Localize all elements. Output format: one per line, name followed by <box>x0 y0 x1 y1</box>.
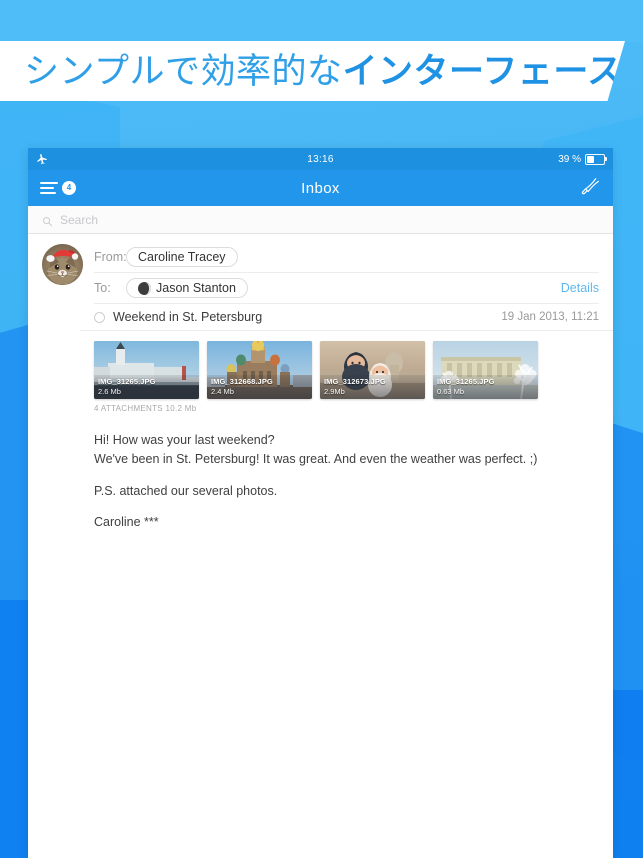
attachment-thumbnail[interactable]: IMG_312668.JPG 2.4 Mb <box>207 341 312 399</box>
quill-pen-icon <box>579 176 599 201</box>
to-contact-chip[interactable]: Jason Stanton <box>126 278 248 298</box>
unread-count-badge: 4 <box>62 181 76 195</box>
search-icon <box>42 214 53 227</box>
attachment-thumbnail[interactable]: IMG_31265.JPG 0.63 Mb <box>433 341 538 399</box>
menu-button[interactable]: 4 <box>40 181 76 195</box>
attachment-list: IMG_31265.JPG 2.6 Mb IMG_312668.JPG 2.4 … <box>28 331 613 399</box>
navigation-bar: 4 Inbox <box>28 170 613 206</box>
message-date: 19 Jan 2013, 11:21 <box>501 311 599 323</box>
body-paragraph-3: Caroline *** <box>94 515 159 530</box>
page-title: Inbox <box>301 179 340 197</box>
search-input[interactable]: Search <box>60 213 98 227</box>
attachment-name: IMG_31265.JPG <box>98 377 156 387</box>
sender-avatar[interactable] <box>42 244 83 285</box>
attachment-thumbnail[interactable]: IMG_312673.JPG 2.9Mb <box>320 341 425 399</box>
page-root: シンプルで効率的な インターフェース 13:16 39 % 4 Inbox Se… <box>0 0 643 858</box>
from-row: From: Caroline Tracey <box>94 242 599 273</box>
details-link[interactable]: Details <box>561 281 599 295</box>
subject-row: Weekend in St. Petersburg 19 Jan 2013, 1… <box>80 304 613 331</box>
headline-ribbon: シンプルで効率的な インターフェース <box>0 41 625 101</box>
attachment-name: IMG_312673.JPG <box>324 377 386 387</box>
to-contact-name: Jason Stanton <box>156 281 236 295</box>
from-contact-name: Caroline Tracey <box>138 250 226 264</box>
to-row: To: Jason Stanton Details <box>94 273 599 304</box>
attachment-size: 0.63 Mb <box>437 386 465 396</box>
headline-text-light: シンプルで効率的な <box>24 51 343 91</box>
from-label: From: <box>94 250 127 264</box>
battery-icon <box>585 153 607 165</box>
message-subject: Weekend in St. Petersburg <box>113 310 263 324</box>
body-line-2: We've been in St. Petersburg! It was gre… <box>94 451 538 466</box>
attachment-name: IMG_312668.JPG <box>211 377 273 387</box>
status-bar-time: 13:16 <box>307 153 334 165</box>
attachment-thumbnail[interactable]: IMG_31265.JPG 2.6 Mb <box>94 341 199 399</box>
headline-text-bold: インターフェース <box>342 51 623 91</box>
status-bar: 13:16 39 % <box>28 148 613 170</box>
from-contact-chip[interactable]: Caroline Tracey <box>126 247 238 267</box>
attachment-size: 2.6 Mb <box>98 386 121 396</box>
body-paragraph-2: P.S. attached our several photos. <box>94 483 278 498</box>
hamburger-menu-icon <box>40 182 58 194</box>
body-line-1: Hi! How was your last weekend? <box>94 433 275 447</box>
attachment-size: 2.9Mb <box>324 386 345 396</box>
contact-avatar-icon <box>138 281 151 295</box>
message-body: Hi! How was your last weekend? We've bee… <box>28 413 613 858</box>
message-header: From: Caroline Tracey To: Jason Stanton … <box>28 234 613 304</box>
to-label: To: <box>94 281 111 295</box>
attachment-size: 2.4 Mb <box>211 386 234 396</box>
search-bar[interactable]: Search <box>28 206 613 234</box>
attachments-summary: 4 ATTACHMENTS 10.2 Mb <box>94 404 197 413</box>
tablet-device-frame: 13:16 39 % 4 Inbox Search From: Caroline… <box>28 148 613 858</box>
compose-button[interactable] <box>577 176 601 200</box>
flag-circle-icon[interactable] <box>94 311 105 323</box>
attachment-name: IMG_31265.JPG <box>437 377 495 387</box>
